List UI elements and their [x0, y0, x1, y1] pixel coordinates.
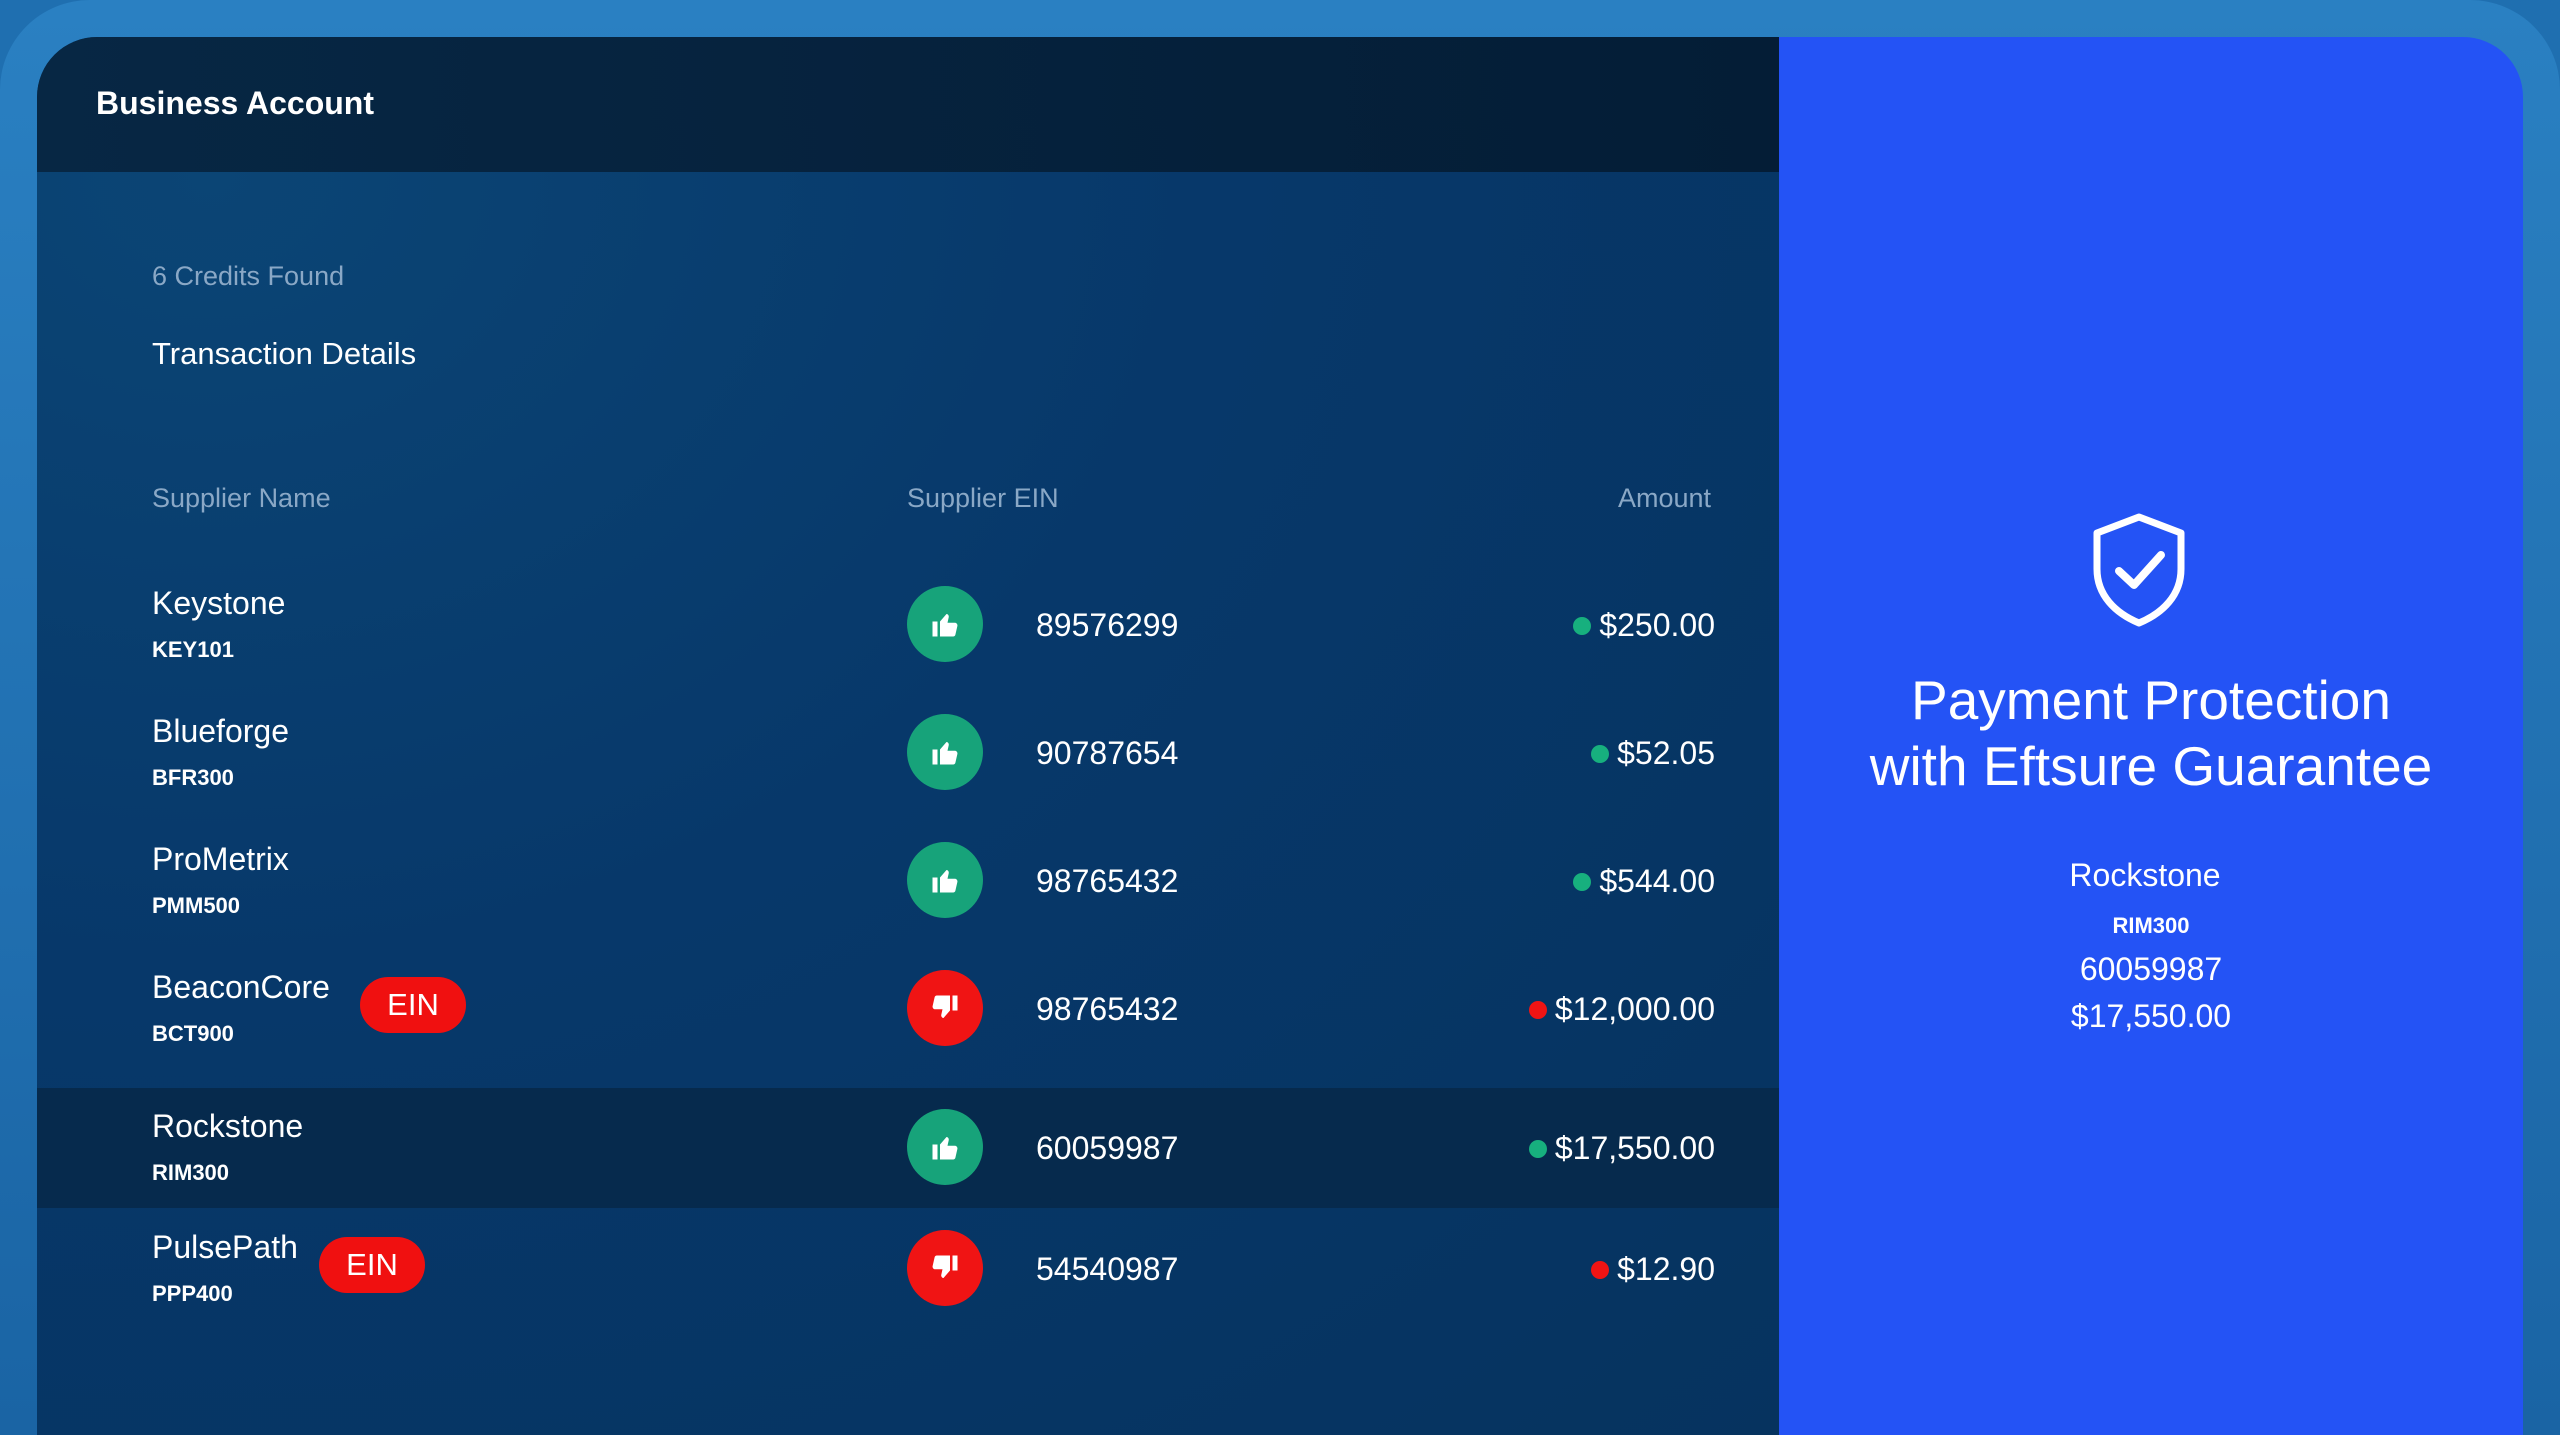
status-dot [1591, 1260, 1610, 1279]
ein-verified-button[interactable] [907, 714, 983, 790]
status-dot [1528, 1000, 1547, 1019]
supplier-code: BFR300 [152, 765, 234, 790]
table-row[interactable]: PulsePath PPP400 EIN 54540987 $12.90 [37, 1209, 1779, 1329]
ein-warning-badge[interactable]: EIN [319, 1237, 425, 1293]
supplier-ein: 98765432 [1036, 863, 1179, 899]
supplier-ein: 90787654 [1036, 735, 1179, 771]
amount-value: $52.05 [1617, 735, 1715, 771]
amount-cell: $250.00 [1573, 607, 1715, 644]
table-row[interactable]: Keystone KEY101 89576299 $250.00 [37, 565, 1779, 685]
column-header-amount[interactable]: Amount [1618, 483, 1711, 514]
amount-value: $17,550.00 [1554, 1130, 1715, 1166]
supplier-ein: 60059987 [1036, 1130, 1179, 1166]
status-dot [1591, 744, 1610, 763]
amount-cell: $544.00 [1573, 863, 1715, 900]
device-frame: Business Account 6 Credits Found Transac… [0, 0, 2560, 1435]
ein-rejected-button[interactable] [907, 970, 983, 1046]
promo-title-line-2: with Eftsure Guarantee [1869, 735, 2433, 797]
amount-value: $544.00 [1599, 863, 1715, 899]
ein-warning-badge[interactable]: EIN [360, 977, 466, 1033]
supplier-code: RIM300 [152, 1160, 230, 1185]
promo-title: Payment Protection with Eftsure Guarante… [1779, 667, 2523, 799]
amount-value: $12,000.00 [1554, 991, 1715, 1027]
supplier-name: PulsePath [152, 1229, 298, 1265]
amount-value: $12.90 [1617, 1251, 1715, 1287]
supplier-name: Keystone [152, 585, 286, 621]
amount-cell: $52.05 [1591, 735, 1715, 772]
promo-supplier-ein: 60059987 [2079, 951, 2223, 987]
status-dot [1573, 616, 1592, 635]
top-bar: Business Account [37, 37, 1779, 172]
supplier-name: Blueforge [152, 713, 289, 749]
app-screen: Business Account 6 Credits Found Transac… [37, 37, 2523, 1435]
thumbs-up-icon [932, 870, 958, 893]
thumbs-up-icon [932, 1137, 958, 1160]
status-dot [1528, 1139, 1547, 1158]
amount-cell: $17,550.00 [1528, 1130, 1715, 1167]
page-title: Business Account [96, 85, 374, 121]
supplier-code: PMM500 [152, 893, 241, 918]
supplier-name: Rockstone [152, 1108, 304, 1144]
thumbs-up-icon [932, 614, 958, 637]
transactions-panel: Business Account 6 Credits Found Transac… [37, 37, 1779, 1435]
payment-protection-panel: Payment Protection with Eftsure Guarante… [1779, 37, 2523, 1435]
table-row[interactable]: BeaconCore BCT900 EIN 98765432 $12,000.0… [37, 949, 1779, 1069]
supplier-name: BeaconCore [152, 969, 330, 1005]
column-header-supplier-name[interactable]: Supplier Name [152, 483, 331, 514]
supplier-code: BCT900 [152, 1021, 234, 1046]
thumbs-down-icon [932, 1255, 958, 1278]
amount-cell: $12,000.00 [1528, 991, 1715, 1028]
promo-supplier-code: RIM300 [2112, 913, 2190, 938]
ein-verified-button[interactable] [907, 842, 983, 918]
supplier-code: PPP400 [152, 1281, 233, 1306]
section-title: Transaction Details [152, 336, 417, 371]
ein-rejected-button[interactable] [907, 1230, 983, 1306]
table-row-selected[interactable]: Rockstone RIM300 60059987 $17,550.00 [37, 1088, 1779, 1208]
shield-check-icon [2093, 513, 2185, 627]
promo-supplier-name: Rockstone [2069, 857, 2221, 893]
amount-value: $250.00 [1599, 607, 1715, 643]
table-row[interactable]: Blueforge BFR300 90787654 $52.05 [37, 693, 1779, 813]
supplier-ein: 89576299 [1036, 607, 1179, 643]
table-row[interactable]: ProMetrix PMM500 98765432 $544.00 [37, 821, 1779, 941]
promo-amount: $17,550.00 [2070, 998, 2232, 1034]
status-dot [1573, 872, 1592, 891]
supplier-code: KEY101 [152, 637, 234, 662]
promo-title-line-1: Payment Protection [1911, 669, 2391, 731]
ein-verified-button[interactable] [907, 586, 983, 662]
supplier-ein: 54540987 [1036, 1251, 1179, 1287]
supplier-name: ProMetrix [152, 841, 289, 877]
credits-count: 6 Credits Found [152, 261, 345, 291]
thumbs-up-icon [932, 742, 958, 765]
amount-cell: $12.90 [1591, 1251, 1715, 1288]
supplier-ein: 98765432 [1036, 991, 1179, 1027]
column-header-supplier-ein[interactable]: Supplier EIN [907, 483, 1059, 514]
thumbs-down-icon [932, 995, 958, 1018]
ein-verified-button[interactable] [907, 1109, 983, 1185]
